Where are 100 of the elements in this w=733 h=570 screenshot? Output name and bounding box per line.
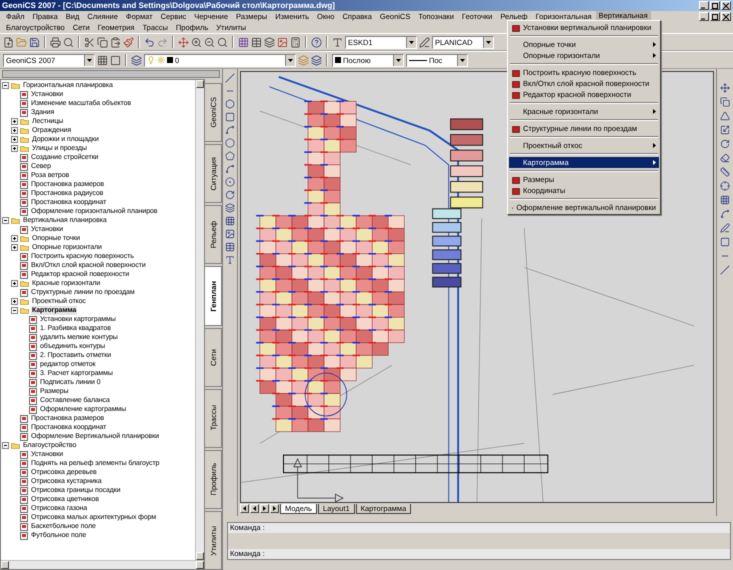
previous-tab-button[interactable] — [250, 504, 259, 513]
expander-icon[interactable] — [11, 127, 18, 134]
caret-icon — [396, 58, 401, 62]
caret-icon — [460, 58, 465, 62]
help-icon[interactable] — [311, 36, 322, 48]
polygon-icon[interactable] — [225, 99, 235, 109]
layer-manager-icon[interactable] — [131, 54, 142, 66]
rotate-icon[interactable] — [720, 139, 730, 149]
expander-icon[interactable] — [11, 136, 18, 143]
make-current-icon[interactable] — [311, 54, 322, 66]
close-icon — [723, 14, 729, 20]
paste-icon[interactable] — [110, 36, 121, 48]
legend-swatch — [450, 134, 484, 146]
line-sample-icon — [409, 58, 427, 62]
expander-icon[interactable] — [2, 82, 9, 89]
legend-swatch — [432, 222, 462, 233]
image-icon[interactable] — [277, 36, 288, 48]
window-title: GeoniCS 2007 - [C:\Documents and Settings\Dolgova\Рабочий стол\Картограмма.dwg] — [2, 0, 336, 10]
hatch-icon[interactable] — [225, 216, 235, 226]
submenu-arrow-icon — [653, 53, 656, 58]
legend-swatch — [450, 118, 484, 130]
text-icon[interactable] — [225, 255, 235, 265]
table-icon[interactable] — [251, 36, 262, 48]
color-swatch — [167, 57, 173, 63]
preview-icon[interactable] — [63, 36, 74, 48]
dimension-style-icon[interactable] — [419, 36, 430, 48]
next-tab-button[interactable] — [260, 504, 269, 513]
folder-icon — [11, 442, 20, 449]
expander-icon[interactable] — [2, 442, 9, 449]
fillet-icon[interactable] — [720, 209, 730, 219]
properties-icon[interactable] — [238, 36, 249, 48]
last-tab-button[interactable] — [270, 504, 279, 513]
undo-icon[interactable] — [144, 36, 155, 48]
expander-icon[interactable] — [11, 280, 18, 287]
minimize-button[interactable] — [699, 1, 709, 10]
save-icon[interactable] — [29, 36, 40, 48]
legend-swatch — [432, 276, 462, 288]
line-icon[interactable] — [225, 73, 235, 83]
expander-icon[interactable] — [11, 145, 18, 152]
block-icon[interactable] — [225, 203, 235, 213]
legend-swatch — [450, 180, 484, 193]
expander-icon[interactable] — [11, 298, 18, 305]
arc-icon[interactable] — [225, 125, 235, 135]
expander-icon[interactable] — [11, 244, 18, 251]
new-file-icon[interactable] — [3, 36, 14, 48]
printer-icon[interactable] — [50, 36, 61, 48]
horizontal-scrollbar[interactable] — [1, 560, 204, 569]
caret-icon — [87, 58, 92, 62]
first-tab-button[interactable] — [240, 504, 249, 513]
move-icon[interactable] — [720, 83, 730, 93]
minimize-button[interactable] — [699, 12, 709, 21]
expander-icon[interactable] — [2, 217, 9, 224]
expander-icon[interactable] — [11, 118, 18, 125]
extend-icon[interactable] — [720, 265, 730, 275]
close-button[interactable] — [721, 1, 731, 10]
zoom-out-icon[interactable] — [204, 36, 215, 48]
cut-icon[interactable] — [84, 36, 95, 48]
copy-icon[interactable] — [720, 97, 730, 107]
brush-icon[interactable] — [123, 36, 134, 48]
snap-icon[interactable] — [720, 181, 730, 191]
rectangle-icon[interactable] — [225, 112, 235, 122]
edit-icon[interactable] — [720, 223, 730, 233]
close-button[interactable] — [721, 12, 731, 21]
submenu-arrow-icon — [653, 42, 656, 47]
submenu-arrow-icon — [653, 160, 656, 165]
rectangle-icon[interactable] — [720, 237, 730, 247]
caret-icon — [288, 58, 293, 62]
document-icon — [20, 288, 28, 296]
spline-icon[interactable] — [225, 164, 235, 174]
table-icon[interactable] — [225, 242, 235, 252]
zoom-in-icon[interactable] — [191, 36, 202, 48]
expander-icon[interactable] — [11, 235, 18, 242]
legend-swatch — [432, 263, 462, 274]
zoom-window-icon[interactable] — [217, 36, 228, 48]
text-style-icon[interactable] — [332, 36, 343, 48]
vertical-scrollbar[interactable] — [195, 80, 204, 560]
erase-icon[interactable] — [720, 153, 730, 163]
folder-icon — [20, 280, 29, 287]
circle-icon[interactable] — [225, 138, 235, 148]
measure-icon[interactable] — [720, 167, 730, 177]
ellipse-arc-icon[interactable] — [225, 190, 235, 200]
mirror-icon[interactable] — [720, 111, 730, 121]
legend-swatch — [432, 208, 462, 220]
legend-swatch — [450, 196, 484, 208]
document-icon — [20, 226, 28, 234]
ellipse-icon[interactable] — [225, 177, 235, 187]
array-icon[interactable] — [720, 195, 730, 205]
axis-icon — [293, 458, 344, 502]
legend-swatch — [450, 165, 484, 178]
calculator-icon[interactable] — [290, 36, 301, 48]
layers-icon[interactable] — [264, 36, 275, 48]
workspace-icon[interactable] — [110, 54, 121, 66]
caret-icon — [409, 40, 414, 44]
scale-icon[interactable] — [720, 125, 730, 135]
color-swatch — [335, 57, 341, 63]
workspace-settings-icon[interactable] — [97, 54, 108, 66]
image-icon[interactable] — [225, 229, 235, 239]
pan-icon[interactable] — [178, 36, 189, 48]
copy-icon[interactable] — [97, 36, 108, 48]
expander-icon[interactable] — [11, 307, 18, 314]
